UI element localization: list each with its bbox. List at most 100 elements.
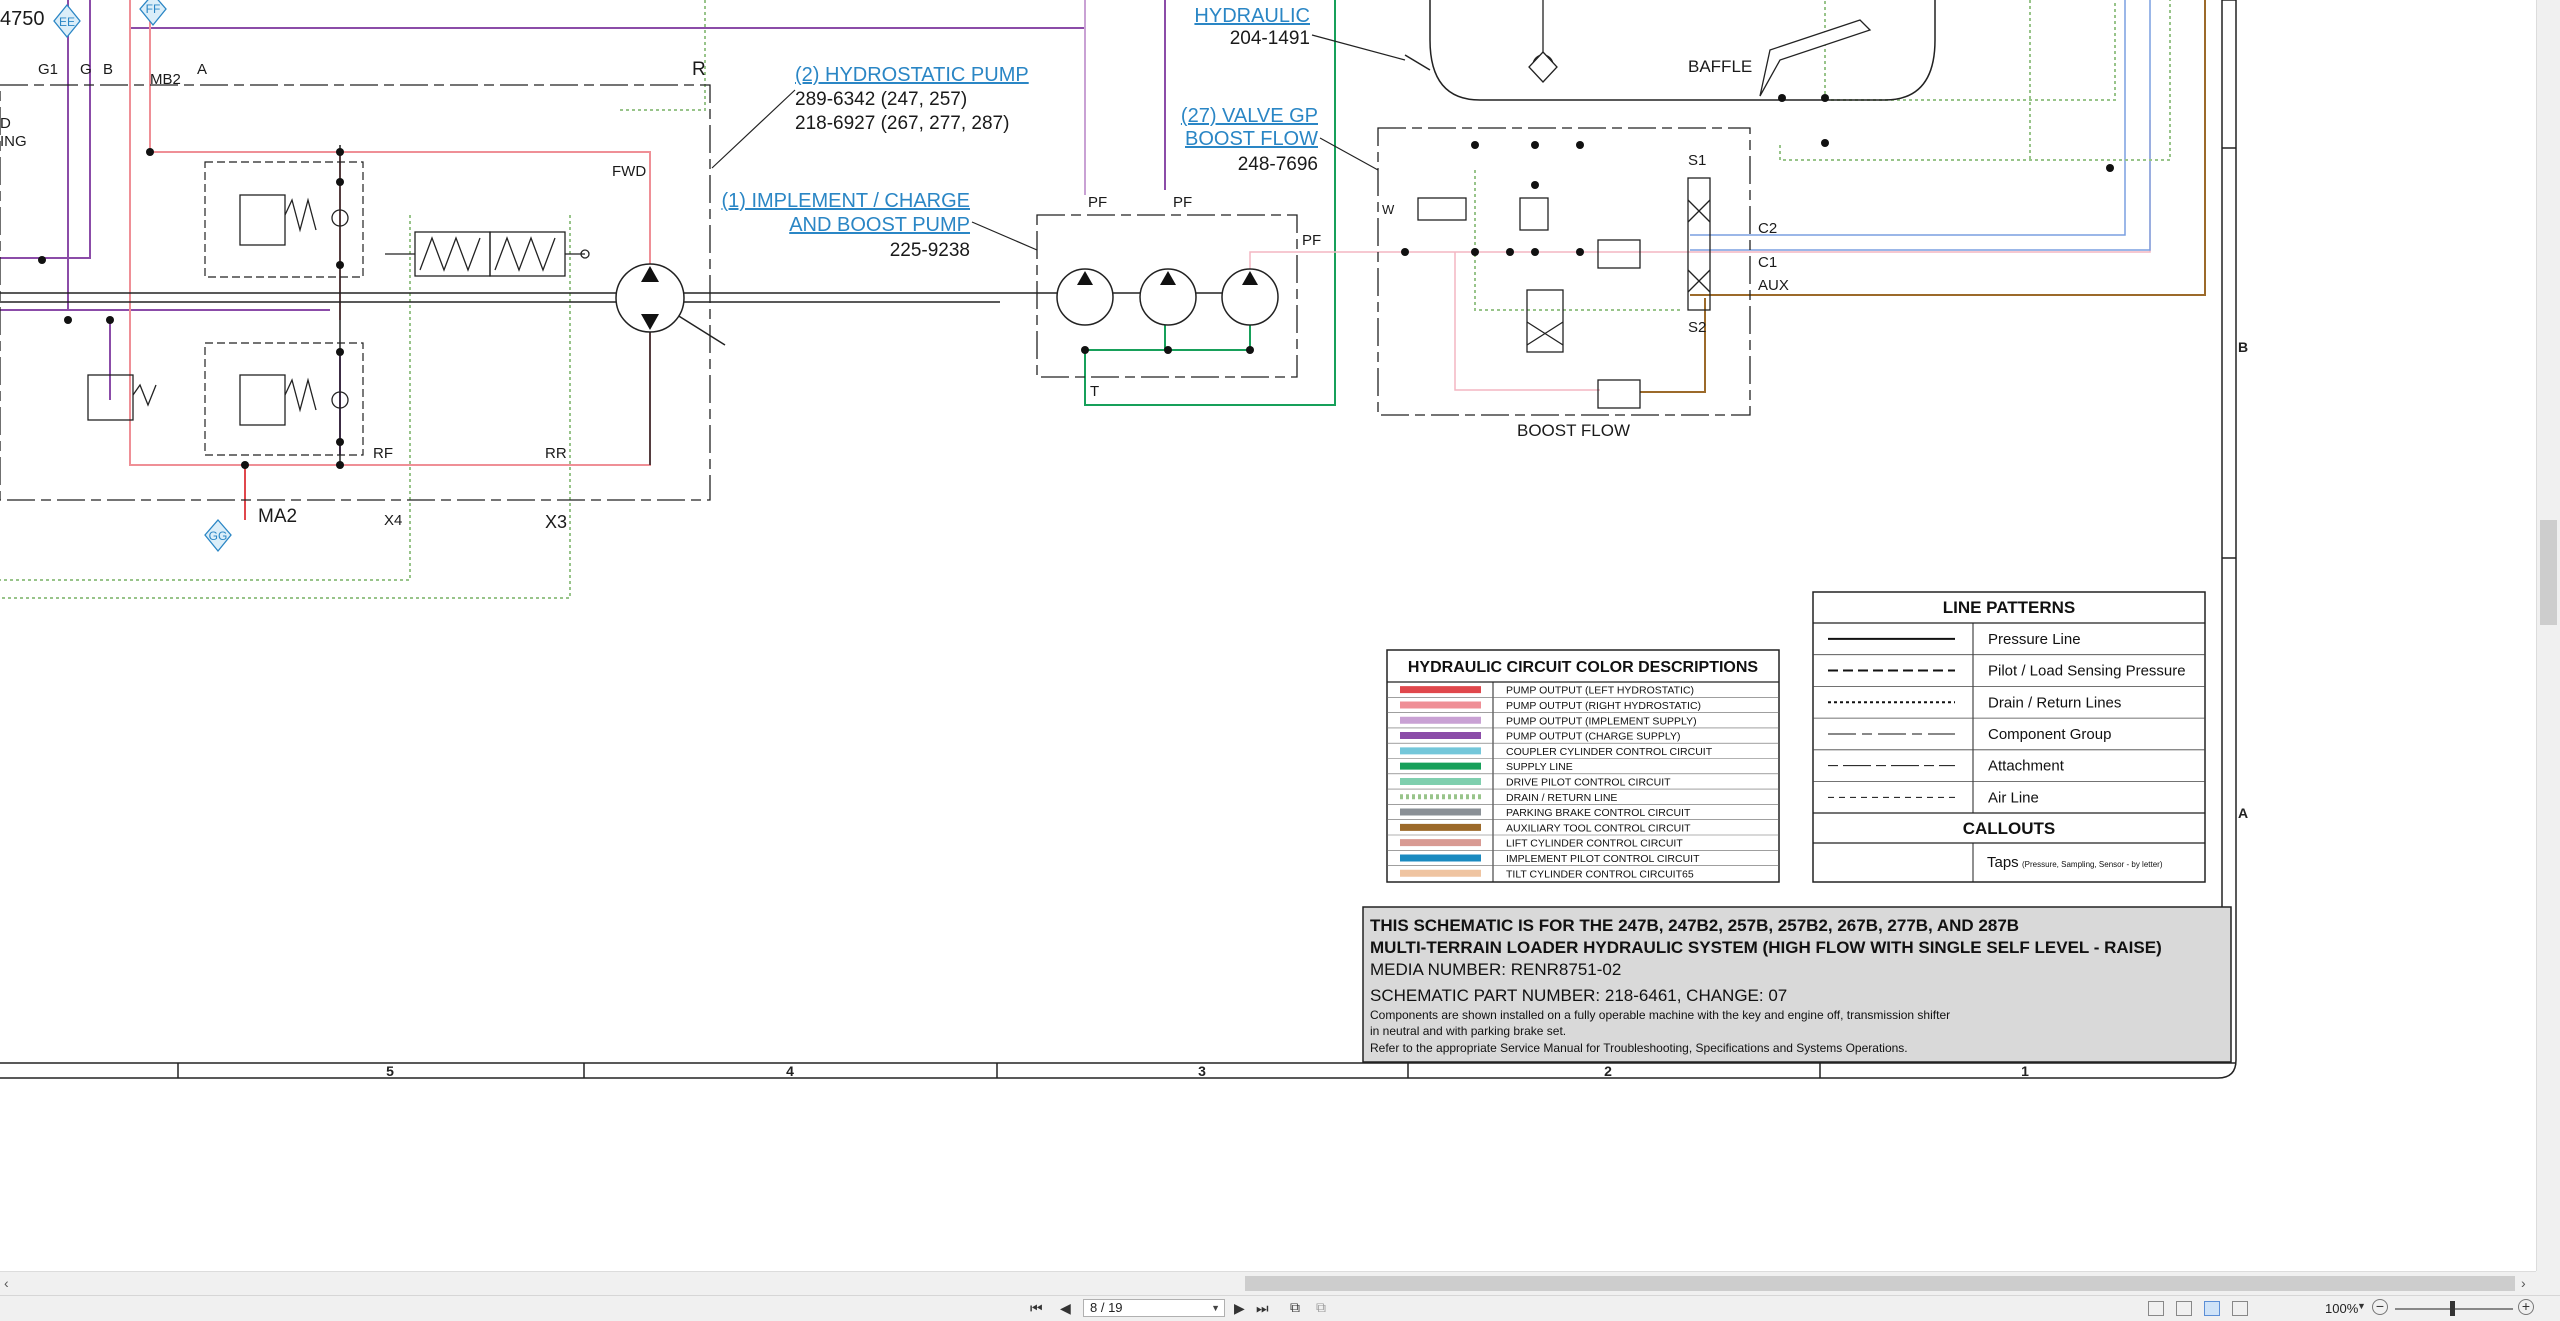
title-line2: MULTI-TERRAIN LOADER HYDRAULIC SYSTEM (H… [1370,938,2162,957]
page-number-value: 8 / 19 [1090,1300,1123,1315]
document-viewport[interactable]: EE FF GG 4750 289-6342 (247, 257) 218-69… [0,0,2536,1271]
line-pattern-label: Pressure Line [1988,631,2081,648]
line-pattern-label: Component Group [1988,726,2111,743]
label-aux: AUX [1758,277,1789,294]
label-boost-flow: BOOST FLOW [1517,421,1630,440]
schematic-part-number: SCHEMATIC PART NUMBER: 218-6461, CHANGE:… [1370,986,1787,1005]
hydrostatic-pump-part1: 289-6342 (247, 257) [795,89,967,110]
next-view-icon[interactable]: ⧉ [1316,1299,1326,1316]
label-baffle: BAFFLE [1688,57,1752,76]
label-s1: S1 [1688,152,1706,169]
border-letter-b: B [2238,339,2248,355]
next-page-icon[interactable]: ▶ [1234,1300,1245,1317]
first-page-icon[interactable]: ⏮ [1030,1300,1043,1317]
line-patterns-title: LINE PATTERNS [1943,598,2076,617]
scroll-right-arrow-icon[interactable]: › [2521,1276,2526,1290]
line-pattern-label: Attachment [1988,758,2065,775]
title-note3: Refer to the appropriate Service Manual … [1370,1041,1908,1055]
label-pf2: PF [1173,194,1192,211]
title-note2: in neutral and with parking brake set. [1370,1024,1566,1038]
zoom-dropdown-icon[interactable]: ▼ [2357,1301,2366,1311]
horizontal-scrollbar[interactable]: ‹ › [0,1271,2536,1295]
implement-pump-link-line2[interactable]: AND BOOST PUMP [789,214,970,236]
valve-gp-link-line2[interactable]: BOOST FLOW [1185,128,1318,150]
partial-top-label: 4750 [0,8,45,30]
label-fwd: FWD [612,163,646,180]
hydraulic-link[interactable]: HYDRAULIC [1194,5,1310,27]
last-page-icon[interactable]: ⏭ [1256,1300,1269,1317]
single-page-view-icon[interactable] [2148,1301,2164,1316]
color-row-label: TILT CYLINDER CONTROL CIRCUIT65 [1506,868,1694,880]
valve-gp-link-line1[interactable]: (27) VALVE GP [1181,105,1318,127]
hydrostatic-pump-part2: 218-6927 (267, 277, 287) [795,113,1009,134]
tap-gg-label: GG [209,529,228,543]
label-partial-ing: ING [0,133,27,150]
title-line1: THIS SCHEMATIC IS FOR THE 247B, 247B2, 2… [1370,916,2019,935]
horizontal-scroll-thumb[interactable] [1245,1276,2515,1291]
previous-page-icon[interactable]: ◀ [1060,1300,1071,1317]
page-number-field[interactable]: 8 / 19 ▼ [1083,1299,1225,1317]
implement-pump-part: 225-9238 [890,240,970,261]
label-g: G [80,61,92,78]
vertical-scroll-thumb[interactable] [2540,520,2557,625]
label-x4: X4 [384,512,402,529]
previous-view-icon[interactable]: ⧉ [1290,1299,1300,1316]
status-bar: ⏮ ◀ 8 / 19 ▼ ▶ ⏭ ⧉ ⧉ 100% ▼ − + [0,1295,2560,1321]
scroll-left-arrow-icon[interactable]: ‹ [4,1276,9,1290]
implement-pump-link-line1[interactable]: (1) IMPLEMENT / CHARGE [721,190,970,212]
label-g1: G1 [38,61,58,78]
line-pattern-label: Pilot / Load Sensing Pressure [1988,663,2186,680]
scroll-corner [2536,1271,2560,1295]
continuous-facing-view-icon[interactable] [2232,1301,2248,1316]
page-dropdown-icon[interactable]: ▼ [1211,1300,1220,1316]
color-row-label: DRAIN / RETURN LINE [1506,792,1617,804]
color-row-label: IMPLEMENT PILOT CONTROL CIRCUIT [1506,853,1700,865]
zoom-slider-knob[interactable] [2450,1301,2455,1316]
title-block: THIS SCHEMATIC IS FOR THE 247B, 247B2, 2… [1362,906,2232,1063]
vertical-scrollbar[interactable] [2536,0,2560,1271]
label-c1: C1 [1758,254,1777,271]
label-a: A [197,61,207,78]
color-row-label: COUPLER CYLINDER CONTROL CIRCUIT [1506,746,1713,758]
column-number-1: 1 [2021,1063,2029,1079]
color-row-label: PUMP OUTPUT (CHARGE SUPPLY) [1506,731,1680,743]
color-row-label: PUMP OUTPUT (IMPLEMENT SUPPLY) [1506,715,1697,727]
color-row-label: PARKING BRAKE CONTROL CIRCUIT [1506,807,1691,819]
label-mb2: MB2 [150,71,181,88]
facing-view-icon[interactable] [2204,1301,2220,1316]
label-w: W [1382,202,1395,217]
label-pf3: PF [1302,232,1321,249]
zoom-level[interactable]: 100% [2325,1301,2358,1316]
zoom-in-icon[interactable]: + [2518,1299,2534,1315]
label-pf1: PF [1088,194,1107,211]
line-patterns-table: LINE PATTERNS Pressure Line Pilot / Load … [1812,591,2206,883]
line-pattern-label: Air Line [1988,789,2039,806]
color-description-table: HYDRAULIC CIRCUIT COLOR DESCRIPTIONS PUM… [1386,649,1780,883]
label-c2: C2 [1758,220,1777,237]
hydrostatic-pump-link[interactable]: (2) HYDROSTATIC PUMP [795,64,1029,86]
hydraulic-part: 204-1491 [1230,28,1310,49]
media-number: MEDIA NUMBER: RENR8751-02 [1370,960,1621,979]
label-ma2: MA2 [258,506,297,527]
schematic-drawing: EE FF GG 4750 289-6342 (247, 257) 218-69… [0,0,2248,1079]
color-row-label: LIFT CYLINDER CONTROL CIRCUIT [1506,838,1683,850]
column-number-4: 4 [786,1063,794,1079]
label-rf: RF [373,445,393,462]
color-row-label: SUPPLY LINE [1506,761,1573,773]
tap-ff-label: FF [146,2,161,16]
taps-note: (Pressure, Sampling, Sensor - by letter) [2022,860,2163,869]
color-row-label: AUXILIARY TOOL CONTROL CIRCUIT [1506,822,1691,834]
continuous-view-icon[interactable] [2176,1301,2192,1316]
color-row-label: DRIVE PILOT CONTROL CIRCUIT [1506,776,1671,788]
column-number-5: 5 [386,1063,394,1079]
title-note1: Components are shown installed on a full… [1370,1008,1950,1022]
label-t: T [1090,383,1099,400]
color-row-label: PUMP OUTPUT (LEFT HYDROSTATIC) [1506,685,1694,697]
column-number-2: 2 [1604,1063,1612,1079]
label-s2: S2 [1688,319,1706,336]
color-table-title: HYDRAULIC CIRCUIT COLOR DESCRIPTIONS [1408,659,1759,676]
zoom-out-icon[interactable]: − [2372,1299,2388,1315]
label-b: B [103,61,113,78]
label-rr: RR [545,445,567,462]
taps-label: Taps [1987,854,2019,871]
